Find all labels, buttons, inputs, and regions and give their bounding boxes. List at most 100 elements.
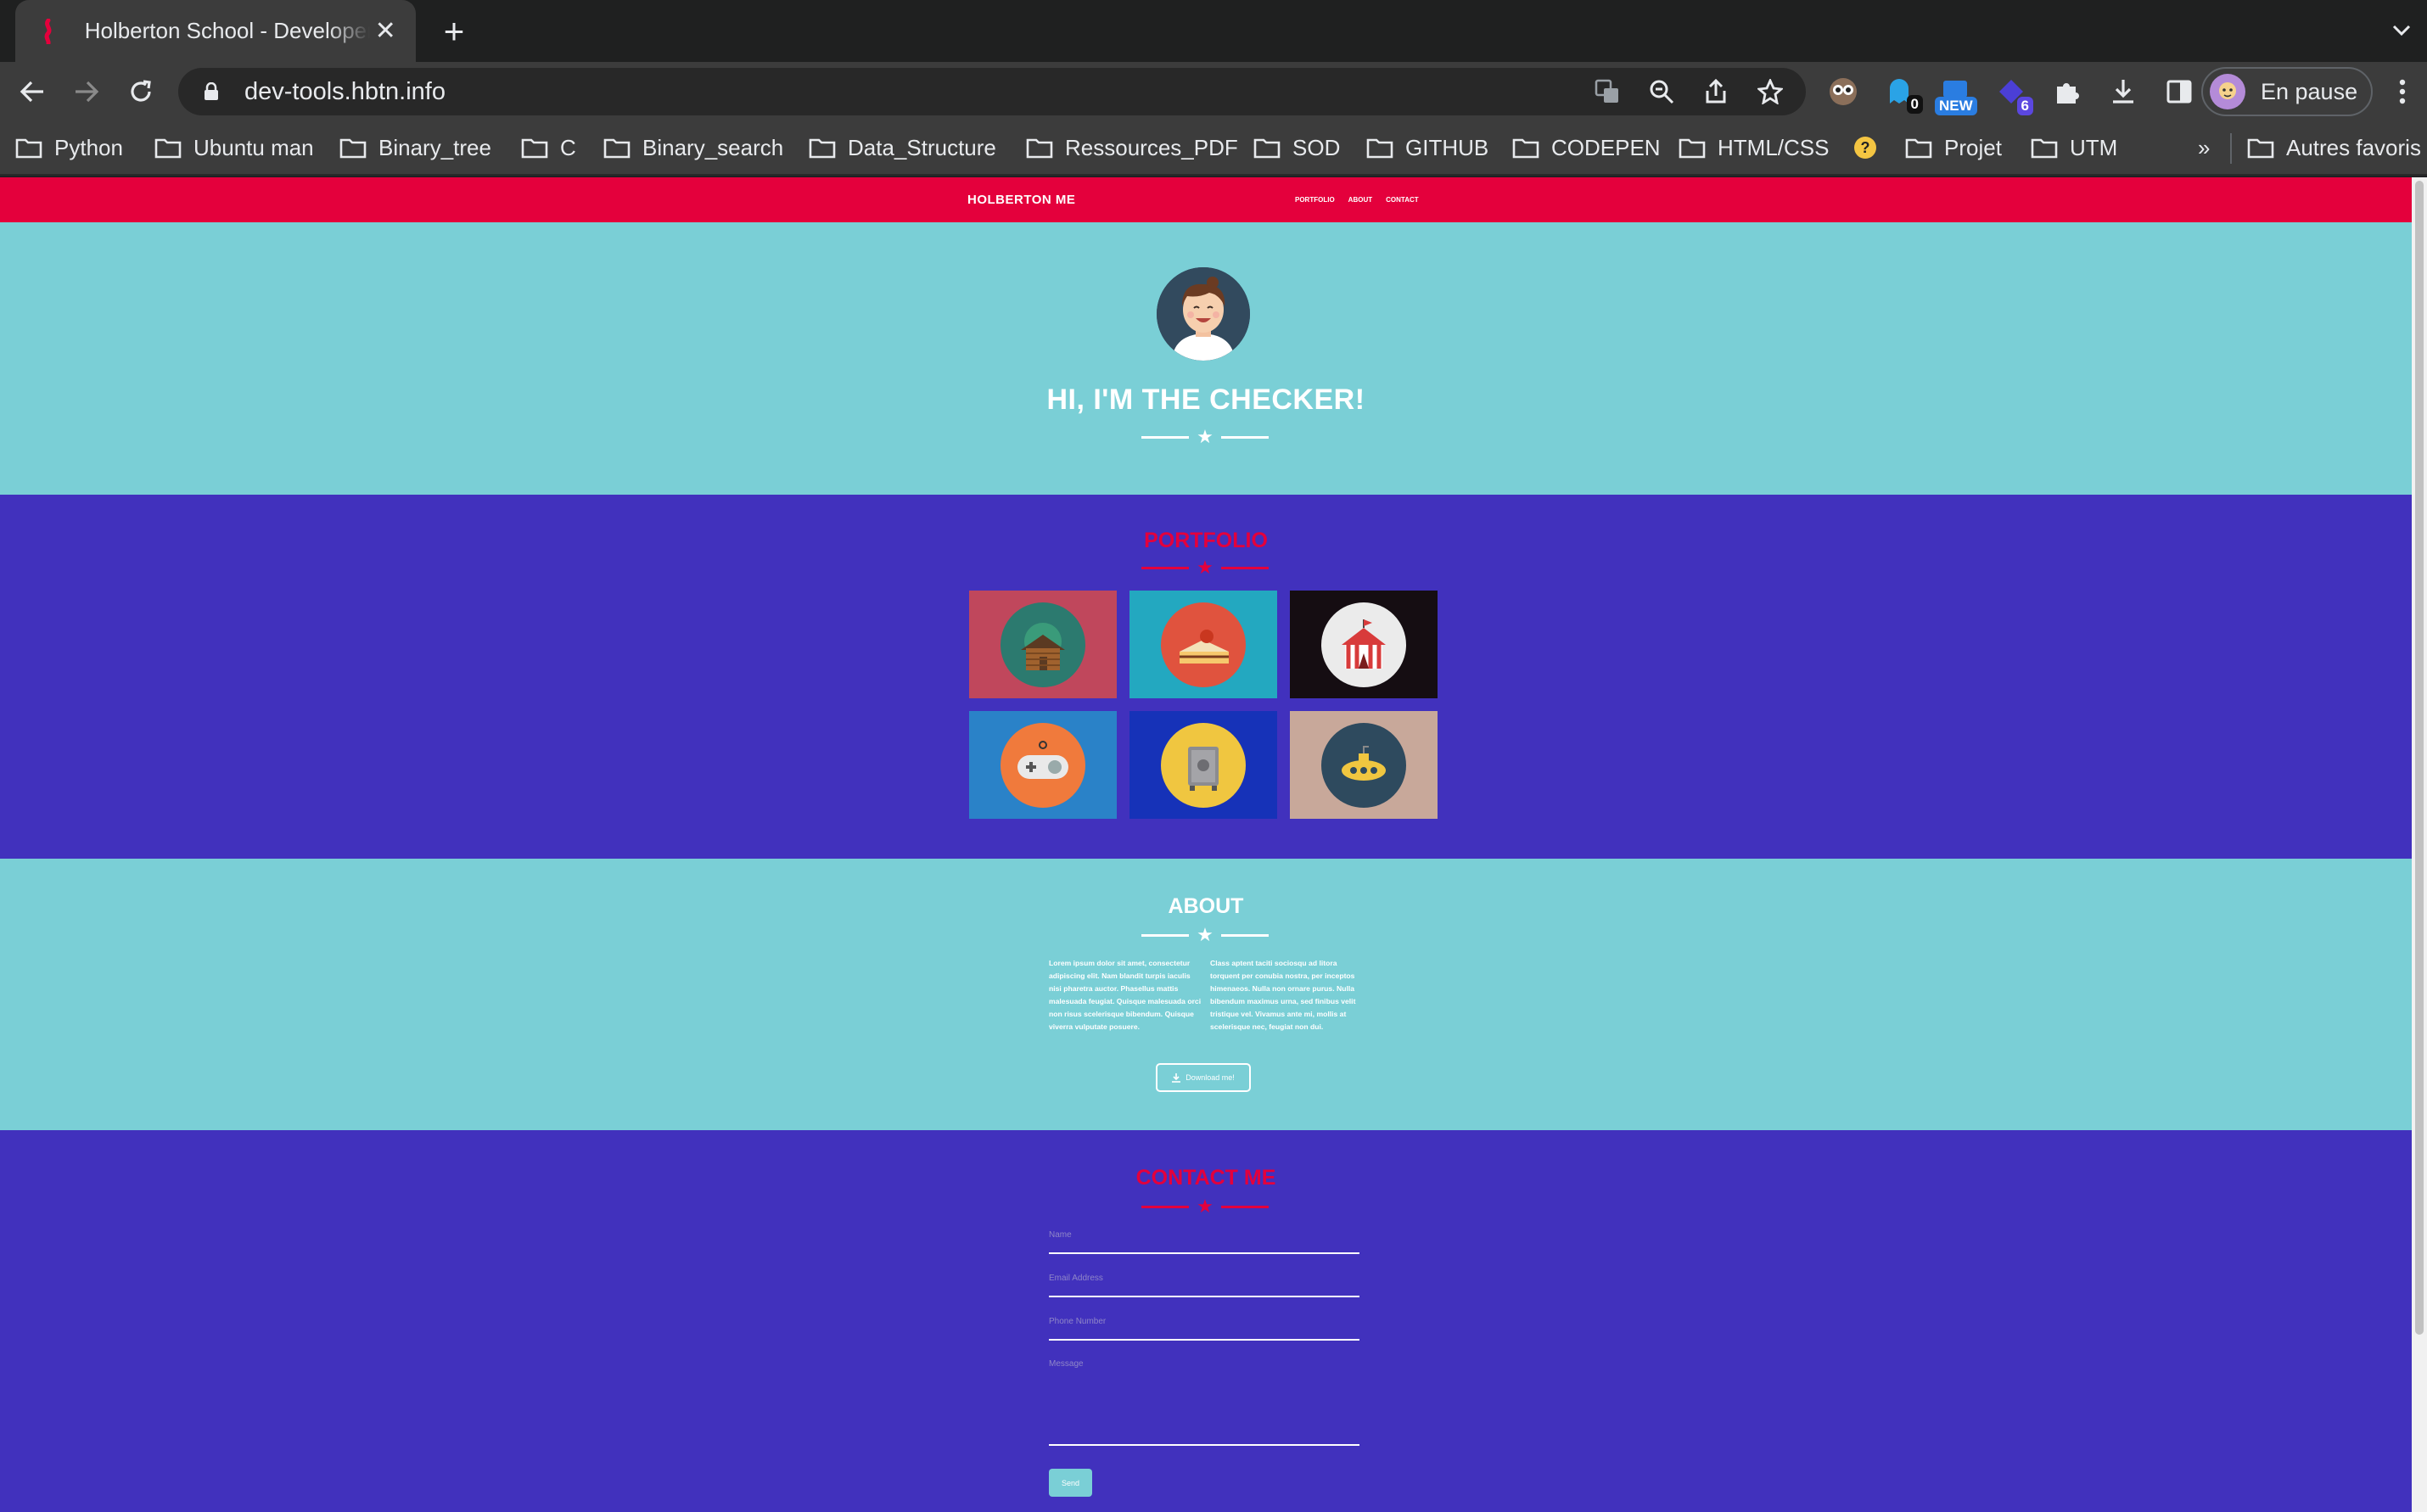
portfolio-item-cake[interactable] [1129,591,1277,698]
bookmark-utm[interactable]: UTM [2031,131,2117,165]
portfolio-section: PORTFOLIO ★ [0,495,2412,859]
portfolio-item-cabin[interactable] [969,591,1117,698]
folder-icon [1026,138,1053,159]
portfolio-item-circus[interactable] [1290,591,1438,698]
portfolio-item-safe[interactable] [1129,711,1277,819]
side-panel-icon[interactable] [2161,73,2198,110]
divider-line [1141,934,1189,937]
portfolio-item-controller[interactable] [969,711,1117,819]
folder-icon [2031,138,2058,159]
svg-text:?: ? [1861,139,1870,156]
url-text: dev-tools.hbtn.info [244,77,446,105]
browser-menu-icon[interactable] [2390,73,2415,110]
about-text-right: Class aptent taciti sociosqu ad litora t… [1210,959,1356,1031]
portfolio-title: PORTFOLIO [1144,529,1268,552]
star-icon: ★ [1197,426,1214,447]
bookmark-other-favorites[interactable]: Autres favoris [2247,131,2421,165]
portfolio-item-submarine[interactable] [1290,711,1438,819]
nav-link-portfolio[interactable]: PORTFOLIO [1295,196,1335,204]
send-button[interactable]: Send [1049,1469,1092,1497]
hero-title: HI, I'M THE CHECKER! [1046,384,1365,416]
zoom-icon[interactable] [1646,76,1677,107]
contact-section: CONTACT ME ★ Name Email Address Phone Nu… [0,1130,2412,1512]
page-scrollbar[interactable] [2412,177,2427,1512]
bookmark-label: Binary_search [642,134,784,160]
back-arrow-icon[interactable] [14,73,51,110]
portfolio-star-divider: ★ [1141,557,1269,578]
page-viewport: HOLBERTON ME PORTFOLIO ABOUT CONTACT HI,… [0,177,2427,1512]
new-tab-icon[interactable]: + [434,11,474,51]
tab-search-chevron-icon[interactable] [2385,14,2419,48]
nav-link-contact[interactable]: CONTACT [1386,196,1419,204]
folder-icon [809,138,836,159]
folder-icon [1905,138,1932,159]
bookmark-label: Data_Structure [848,134,996,160]
lock-icon[interactable] [200,81,222,103]
download-icon[interactable] [2105,73,2142,110]
translate-icon[interactable] [1592,76,1623,107]
bookmark-c[interactable]: C [521,131,576,165]
bookmark-codepen[interactable]: CODEPEN [1512,131,1661,165]
purple-extension-icon[interactable]: 6 [1993,73,2033,115]
owl-extension-icon[interactable] [1824,73,1862,110]
extensions-puzzle-icon[interactable] [2049,73,2086,110]
about-star-divider: ★ [1141,924,1269,945]
about-title: ABOUT [1168,894,1244,918]
nav-link-about[interactable]: ABOUT [1348,196,1372,204]
bookmark-html-css[interactable]: HTML/CSS [1679,131,1829,165]
star-icon: ★ [1197,924,1214,945]
bookmark-label: HTML/CSS [1718,134,1830,160]
forward-arrow-icon[interactable] [68,73,105,110]
phone-field[interactable]: Phone Number [1049,1312,1359,1341]
email-placeholder: Email Address [1049,1274,1103,1283]
circus-tent-icon [1321,602,1406,687]
bookmark-ubuntu-man[interactable]: Ubuntu man [154,131,314,165]
bookmark-ressources-pdf[interactable]: Ressources_PDF [1026,131,1238,165]
bookmark-binary-tree[interactable]: Binary_tree [339,131,491,165]
site-brand[interactable]: HOLBERTON ME [967,193,1075,207]
profile-button[interactable]: En pause [2201,67,2373,116]
close-tab-icon[interactable]: ✕ [370,16,401,47]
bookmark-sod[interactable]: SOD [1253,131,1340,165]
ghostery-extension-icon[interactable]: 0 [1881,73,1923,114]
checker-avatar [1157,267,1250,361]
bookmark-star-icon[interactable] [1755,76,1785,107]
bookmark-label: Autres favoris [2286,134,2421,160]
browser-tab[interactable]: Holberton School - Developer tools ✕ [15,0,416,62]
download-label: Download me! [1185,1073,1235,1082]
message-field[interactable]: Message [1049,1354,1359,1446]
bookmark-label: Ubuntu man [193,134,314,160]
bookmark-projet[interactable]: Projet [1905,131,2002,165]
address-bar[interactable]: dev-tools.hbtn.info [178,68,1806,115]
bookmark-data-structure[interactable]: Data_Structure [809,131,996,165]
share-icon[interactable] [1701,76,1731,107]
folder-icon [339,138,367,159]
bookmark-help[interactable]: ? [1852,131,1878,165]
send-label: Send [1061,1478,1080,1487]
bookmark-binary-search[interactable]: Binary_search [603,131,783,165]
bookmark-label: Binary_tree [378,134,491,160]
bookmarks-overflow-chevron[interactable]: » [2198,131,2210,165]
star-icon: ★ [1197,557,1214,578]
divider-line [1141,1206,1189,1208]
scrollbar-thumb[interactable] [2415,181,2424,1335]
divider-line [1221,934,1269,937]
help-icon: ? [1854,137,1876,159]
contact-title: CONTACT ME [1135,1166,1276,1190]
reload-icon[interactable] [122,73,160,110]
site-navbar: HOLBERTON ME PORTFOLIO ABOUT CONTACT [0,177,2412,222]
name-field[interactable]: Name [1049,1225,1359,1254]
new-extension-icon[interactable]: NEW [1935,73,1977,115]
name-placeholder: Name [1049,1230,1072,1240]
submarine-icon [1321,722,1406,808]
folder-icon [521,138,548,159]
profile-avatar-icon [2210,74,2245,109]
tab-title: Holberton School - Developer tools [84,18,371,43]
bookmark-github[interactable]: GITHUB [1366,131,1488,165]
bookmark-python[interactable]: Python [15,131,123,165]
bookmark-label: Ressources_PDF [1065,134,1238,160]
bookmark-label: CODEPEN [1551,134,1661,160]
download-button[interactable]: Download me! [1156,1063,1251,1092]
email-field[interactable]: Email Address [1049,1268,1359,1297]
divider-line [1221,567,1269,569]
